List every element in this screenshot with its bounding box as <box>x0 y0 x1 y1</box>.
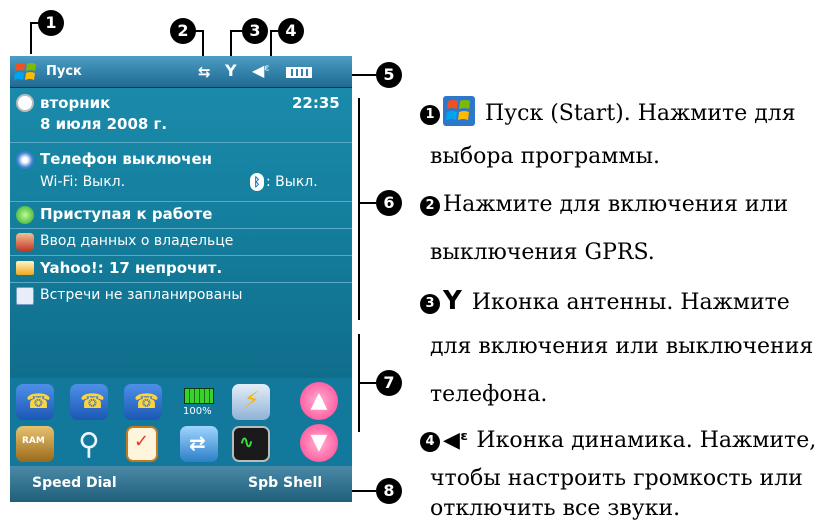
call-forward-icon[interactable]: ☎ <box>124 384 162 420</box>
softkey-left[interactable]: Speed Dial <box>32 475 117 491</box>
owner-icon <box>16 233 34 251</box>
speaker-icon[interactable]: ◀ᵋ <box>252 61 270 80</box>
callout-8: 8 <box>376 478 402 504</box>
mail-label: Yahoo!: 17 непрочит. <box>40 259 223 277</box>
tasks-icon[interactable]: ✓ <box>126 426 158 462</box>
phone-status: Телефон выключен <box>40 150 212 168</box>
phone-row[interactable]: Телефон выключен Wi-Fi: Выкл. ᛒ : Выкл. <box>10 143 352 202</box>
search-icon[interactable]: ⚲ <box>70 426 108 464</box>
envelope-icon <box>16 261 34 275</box>
taskbar: Пуск ⇆ Y ◀ᵋ <box>10 56 352 88</box>
callout-2: 2 <box>170 18 196 44</box>
desc-line-1: 1 Пуск (Start). Нажмите для <box>420 96 796 126</box>
desc-item4b: чтобы настроить громкость или <box>430 466 803 491</box>
desc-line-3: 2 Нажмите для включения или <box>420 192 788 217</box>
bracket-line <box>358 98 360 320</box>
leader-line <box>270 30 272 58</box>
start-label: Пуск <box>46 64 82 79</box>
callout-5: 5 <box>376 62 402 88</box>
desc-item3: Иконка антенны. Нажмите <box>471 290 790 315</box>
desc-item1: Пуск (Start). Нажмите для <box>485 101 796 126</box>
leader-line <box>360 202 376 204</box>
callout-3: 3 <box>242 18 268 44</box>
bullet-1: 1 <box>420 105 440 125</box>
speaker-icon: ◀ᵋ <box>443 428 469 453</box>
desc-item1b: выбора программы. <box>430 144 661 169</box>
date-label: 8 июля 2008 г. <box>40 115 168 133</box>
start-button[interactable]: Пуск <box>14 60 82 84</box>
power-settings-icon[interactable]: ⚡ <box>232 384 270 420</box>
owner-row[interactable]: Ввод данных о владельце <box>10 229 352 256</box>
callout-7: 7 <box>376 370 402 396</box>
clock-icon <box>16 94 34 112</box>
desc-line-5: 3 Y Иконка антенны. Нажмите <box>420 286 790 316</box>
shortcut-panel: ☎ ☎ ☎ 100% ⚡ ▲ RAM ⚲ ✓ ⇄ ∿ ▼ <box>10 378 352 466</box>
time-label: 22:35 <box>292 94 340 112</box>
calendar-row[interactable]: Встречи не запланированы <box>10 283 352 309</box>
desc-line-6: для включения или выключения <box>430 334 813 359</box>
gprs-icon[interactable]: ⇆ <box>198 63 211 81</box>
getting-started-row[interactable]: Приступая к работе <box>10 202 352 229</box>
desc-item3b: для включения или выключения <box>430 334 814 359</box>
wifi-status: Wi-Fi: Выкл. <box>40 174 126 190</box>
desc-line-9: чтобы настроить громкость или <box>430 466 803 491</box>
scroll-down-button[interactable]: ▼ <box>300 424 338 462</box>
desc-item4: Иконка динамика. Нажмите, <box>476 428 817 453</box>
callout-1: 1 <box>38 10 64 36</box>
battery-level-icon[interactable]: 100% <box>180 384 218 422</box>
day-label: вторник <box>40 94 111 112</box>
ram-icon[interactable]: RAM <box>16 426 54 462</box>
sync-icon[interactable]: ⇄ <box>180 426 218 462</box>
today-screen: вторник 8 июля 2008 г. 22:35 Телефон вык… <box>10 88 352 378</box>
task-manager-icon[interactable]: ∿ <box>232 426 270 462</box>
call-voicemail-icon[interactable]: ☎ <box>16 384 54 420</box>
desc-line-11: отключить все звуки. <box>430 496 680 521</box>
softkey-bar: Speed Dial Spb Shell <box>10 466 352 502</box>
desc-line-4: выключения GPRS. <box>430 240 655 265</box>
desc-item2: Нажмите для включения или <box>443 192 789 217</box>
bullet-4: 4 <box>420 432 440 452</box>
bluetooth-icon: ᛒ <box>250 173 264 191</box>
owner-label: Ввод данных о владельце <box>40 233 234 249</box>
leader-line <box>230 30 232 58</box>
bracket-line <box>358 334 360 432</box>
scroll-up-button[interactable]: ▲ <box>300 382 338 420</box>
desc-line-7: телефона. <box>430 382 547 407</box>
appointments-label: Встречи не запланированы <box>40 287 243 303</box>
windows-flag-icon <box>14 63 36 80</box>
call-back-icon[interactable]: ☎ <box>70 384 108 420</box>
desc-item3c: телефона. <box>430 382 548 407</box>
desc-item4c: отключить все звуки. <box>430 496 681 521</box>
bluetooth-status: : Выкл. <box>266 174 318 190</box>
desc-line-2: выбора программы. <box>430 144 660 169</box>
desc-line-8: 4 ◀ᵋ Иконка динамика. Нажмите, <box>420 428 816 453</box>
leader-line <box>202 30 204 58</box>
callout-4: 4 <box>278 18 304 44</box>
battery-icon[interactable] <box>286 67 312 78</box>
bullet-3: 3 <box>420 294 440 314</box>
getting-started-label: Приступая к работе <box>40 205 213 223</box>
desc-item2b: выключения GPRS. <box>430 240 655 265</box>
softkey-right[interactable]: Spb Shell <box>248 475 322 491</box>
windows-flag-icon <box>443 96 475 126</box>
antenna-icon: Y <box>443 286 462 316</box>
callout-6: 6 <box>376 190 402 216</box>
calendar-icon <box>16 287 34 305</box>
leader-line <box>30 22 32 54</box>
wireless-icon <box>16 151 34 169</box>
antenna-icon[interactable]: Y <box>225 61 237 80</box>
device-screen: Пуск ⇆ Y ◀ᵋ вторник 8 июля 2008 г. 22:35… <box>10 56 352 502</box>
battery-percent: 100% <box>183 406 212 417</box>
bullet-2: 2 <box>420 196 440 216</box>
mail-row[interactable]: Yahoo!: 17 непрочит. <box>10 256 352 283</box>
date-row[interactable]: вторник 8 июля 2008 г. 22:35 <box>10 88 352 143</box>
leader-line <box>360 382 376 384</box>
getting-started-icon <box>16 206 34 224</box>
